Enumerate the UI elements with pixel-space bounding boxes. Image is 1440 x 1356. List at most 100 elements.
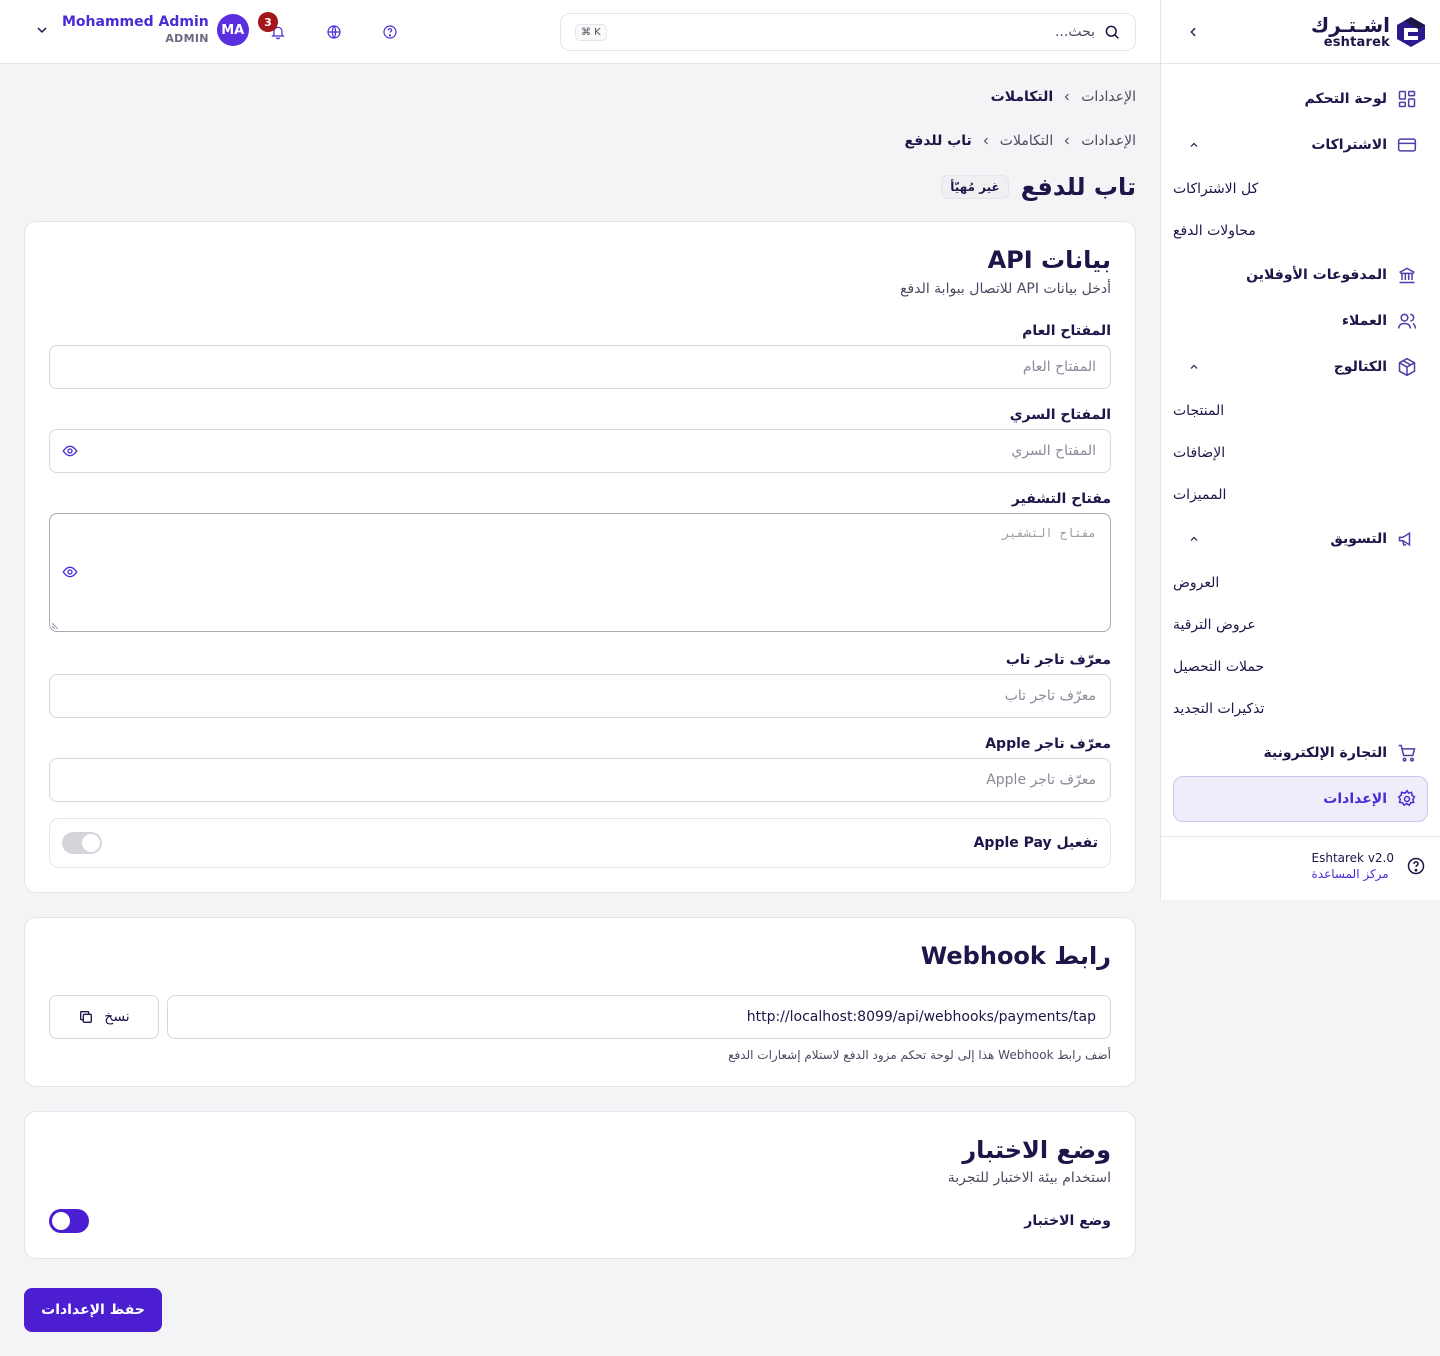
card-title: وضع الاختبار xyxy=(962,1135,1111,1164)
secret-key-input[interactable]: المفتاح السري xyxy=(49,428,1111,473)
bank-icon xyxy=(1397,265,1417,285)
credit-card-icon xyxy=(1397,135,1417,155)
sidebar-item-label: الاشتراكات xyxy=(1311,137,1387,153)
chevron-left-icon xyxy=(1190,27,1196,36)
page-title: تاب للدفع xyxy=(1020,173,1136,201)
brand-mark-icon xyxy=(1397,16,1425,47)
public-key-input[interactable]: المفتاح العام xyxy=(49,344,1111,389)
status-badge: غير مُهيّأ xyxy=(941,175,1009,199)
chevron-up-icon[interactable] xyxy=(1184,139,1204,151)
language-button[interactable] xyxy=(324,22,344,42)
help-button[interactable] xyxy=(380,22,400,42)
encryption-key-textarea[interactable]: مفتاح التشفير xyxy=(49,512,1111,632)
apple-pay-toggle-row: تفعيل Apple Pay xyxy=(49,817,1111,868)
help-circle-icon xyxy=(383,25,397,39)
sidebar-subitem-upgrade-offers[interactable]: عروض الترقية xyxy=(1173,604,1428,646)
search-icon xyxy=(1105,25,1119,39)
secret-key-label: المفتاح السري xyxy=(1009,406,1111,423)
tap-merchant-id-label: معرّف تاجر تاب xyxy=(1005,651,1111,668)
toggle-knob xyxy=(82,833,100,852)
sidebar-subitem-payment-attempts[interactable]: محاولات الدفع xyxy=(1173,210,1428,252)
secret-key-placeholder: المفتاح السري xyxy=(1011,442,1096,459)
toggle-knob xyxy=(52,1212,70,1231)
search-shortcut-hint: ⌘ K xyxy=(575,23,607,41)
sidebar-item-ecommerce[interactable]: التجارة الإلكترونية xyxy=(1173,730,1428,776)
eye-icon xyxy=(62,445,78,457)
sidebar-subitem-addons[interactable]: الإضافات xyxy=(1173,432,1428,474)
cart-icon xyxy=(1397,743,1417,763)
help-center-link[interactable]: مركز المساعدة xyxy=(1312,867,1389,881)
sidebar-item-label: التجارة الإلكترونية xyxy=(1263,745,1387,761)
breadcrumb-item[interactable]: الإعدادات xyxy=(1081,89,1136,105)
sidebar-subitem-offers[interactable]: العروض xyxy=(1173,562,1428,604)
help-circle-icon[interactable] xyxy=(1406,856,1426,876)
encryption-key-placeholder: مفتاح التشفير xyxy=(1002,525,1096,540)
brand-logo[interactable]: اشـتـرك eshtarek xyxy=(1311,15,1426,49)
card-subtitle: استخدام بيئة الاختبار للتجربة xyxy=(947,1170,1111,1187)
sidebar-footer: Eshtarek v2.0 مركز المساعدة xyxy=(1161,836,1440,881)
apple-pay-toggle[interactable] xyxy=(62,831,102,854)
sidebar-item-marketing[interactable]: التسويق xyxy=(1173,516,1428,562)
test-mode-card: وضع الاختبار استخدام بيئة الاختبار للتجر… xyxy=(24,1110,1136,1260)
brand-name-english: eshtarek xyxy=(1323,34,1390,50)
avatar[interactable]: MA xyxy=(216,14,249,46)
chevron-left-icon xyxy=(983,137,988,145)
main-content: الإعدادات التكاملات الإعدادات التكاملات … xyxy=(24,64,1136,1260)
search-placeholder: بحث... xyxy=(1054,24,1095,40)
webhook-url-field[interactable]: http://localhost:8099/api/webhooks/payme… xyxy=(167,994,1111,1039)
notification-count-badge: 3 xyxy=(258,12,278,32)
breadcrumb-item[interactable]: التكاملات xyxy=(1000,133,1053,149)
sidebar-item-settings[interactable]: الإعدادات xyxy=(1173,776,1428,822)
sidebar-subitem-products[interactable]: المنتجات xyxy=(1173,390,1428,432)
breadcrumb-item-current: التكاملات xyxy=(990,89,1054,105)
sidebar-subitem-all-subscriptions[interactable]: كل الاشتراكات xyxy=(1173,168,1428,210)
sidebar-item-label: المدفوعات الأوفلاين xyxy=(1246,267,1387,283)
test-mode-toggle[interactable] xyxy=(49,1209,89,1234)
tap-merchant-id-placeholder: معرّف تاجر تاب xyxy=(1004,687,1096,704)
user-name: Mohammed Admin xyxy=(62,13,209,30)
sidebar-item-offline-payments[interactable]: المدفوعات الأوفلاين xyxy=(1173,252,1428,298)
sidebar-item-customers[interactable]: العملاء xyxy=(1173,298,1428,344)
sidebar-subitem-dunning-campaigns[interactable]: حملات التحصيل xyxy=(1173,646,1428,688)
sidebar-subitem-renewal-reminders[interactable]: تذكيرات التجديد xyxy=(1173,688,1428,730)
page-header: تاب للدفع غير مُهيّأ xyxy=(24,169,1136,205)
sidebar-item-dashboard[interactable]: لوحة التحكم xyxy=(1173,76,1428,122)
megaphone-icon xyxy=(1397,529,1417,549)
package-icon xyxy=(1397,357,1417,377)
apple-merchant-id-input[interactable]: معرّف تاجر Apple xyxy=(49,757,1111,802)
sidebar-collapse-button[interactable] xyxy=(1181,20,1205,44)
sidebar-item-subscriptions[interactable]: الاشتراكات xyxy=(1173,122,1428,168)
public-key-label: المفتاح العام xyxy=(1022,322,1111,339)
tap-merchant-id-input[interactable]: معرّف تاجر تاب xyxy=(49,673,1111,718)
user-menu[interactable]: Mohammed Admin ADMIN MA xyxy=(34,14,249,46)
test-mode-toggle-row: وضع الاختبار xyxy=(49,1208,1111,1234)
sidebar-nav: لوحة التحكم الاشتراكات كل الاشتراكات محا… xyxy=(1161,64,1440,822)
sidebar-subitem-features[interactable]: المميزات xyxy=(1173,474,1428,516)
resize-handle-icon xyxy=(52,622,59,629)
api-credentials-card: بيانات API أدخل بيانات API للاتصال ببواب… xyxy=(24,221,1136,893)
copy-button[interactable]: نسخ xyxy=(49,994,159,1039)
dashboard-icon xyxy=(1397,89,1417,109)
chevron-up-icon[interactable] xyxy=(1184,533,1204,545)
chevron-left-icon xyxy=(1064,93,1070,101)
brand-name-arabic: اشـتـرك xyxy=(1310,12,1390,37)
save-settings-button[interactable]: حفظ الإعدادات xyxy=(24,1288,162,1332)
users-icon xyxy=(1397,311,1417,331)
chevron-up-icon[interactable] xyxy=(1184,361,1204,373)
apple-merchant-id-label: معرّف تاجر Apple xyxy=(985,735,1111,752)
search-input[interactable]: بحث... ⌘ K xyxy=(560,13,1136,51)
breadcrumb-item[interactable]: الإعدادات xyxy=(1081,133,1136,149)
user-role: ADMIN xyxy=(165,32,209,46)
card-subtitle: أدخل بيانات API للاتصال ببوابة الدفع xyxy=(900,280,1111,297)
top-bar: Mohammed Admin ADMIN MA 3 بحث... ⌘ K xyxy=(0,0,1160,64)
breadcrumb-item-current: تاب للدفع xyxy=(904,133,972,149)
apple-pay-toggle-label: تفعيل Apple Pay xyxy=(973,834,1098,851)
sidebar-item-label: العملاء xyxy=(1341,313,1387,329)
copy-button-label: نسخ xyxy=(104,1008,130,1025)
apple-merchant-id-placeholder: معرّف تاجر Apple xyxy=(986,771,1096,788)
sidebar-item-catalog[interactable]: الكتالوج xyxy=(1173,344,1428,390)
card-title: بيانات API xyxy=(987,246,1111,274)
webhook-url-value: http://localhost:8099/api/webhooks/payme… xyxy=(746,1008,1096,1025)
test-mode-toggle-label: وضع الاختبار xyxy=(1024,1213,1111,1230)
sidebar-header: اشـتـرك eshtarek xyxy=(1161,0,1440,64)
